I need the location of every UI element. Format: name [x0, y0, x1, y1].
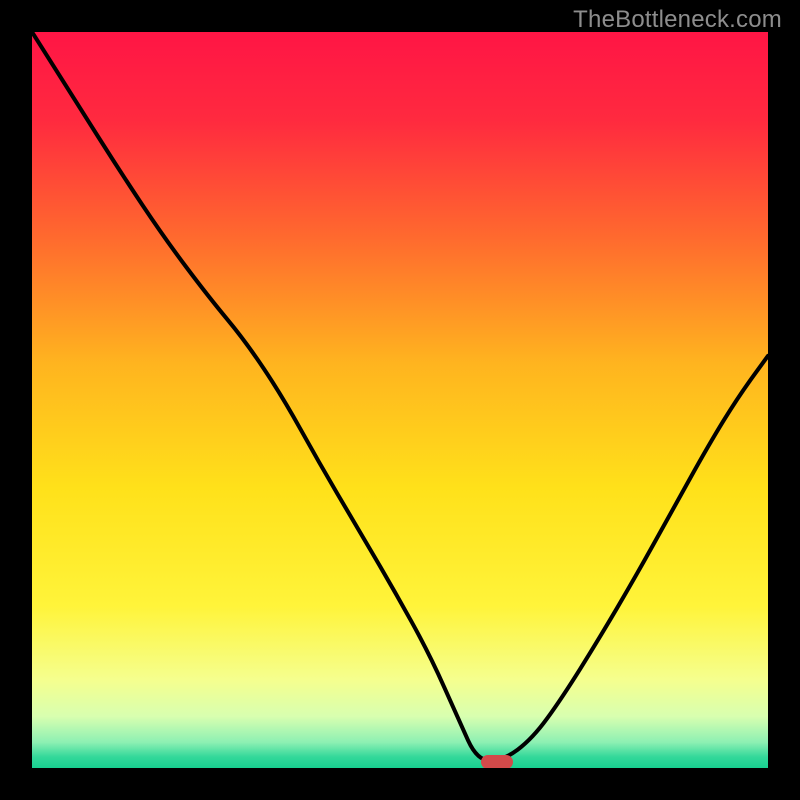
- minimum-marker: [481, 755, 513, 768]
- plot-area: [32, 32, 768, 768]
- bottleneck-curve: [32, 32, 768, 768]
- chart-frame: TheBottleneck.com: [0, 0, 800, 800]
- watermark-text: TheBottleneck.com: [573, 6, 782, 34]
